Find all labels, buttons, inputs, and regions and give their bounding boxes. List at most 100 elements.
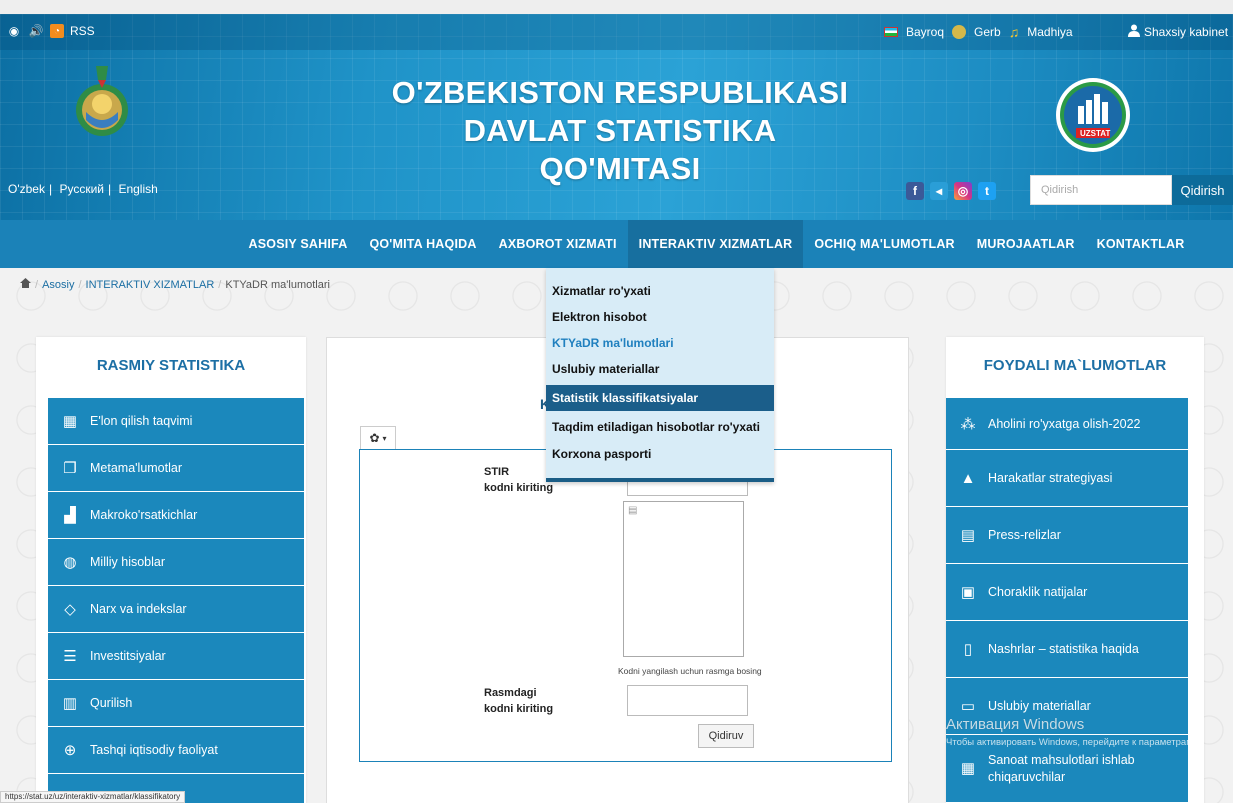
twitter-icon[interactable]: t xyxy=(978,182,996,200)
flag-link[interactable]: Bayroq xyxy=(906,25,944,39)
menu-item-ktyadr-data[interactable]: KTYaDR ma'lumotlari xyxy=(546,330,774,356)
eye-icon[interactable]: ◉ xyxy=(6,23,22,39)
instagram-icon[interactable]: ◎ xyxy=(954,182,972,200)
building-icon: ▥ xyxy=(62,695,78,712)
stir-label-line2: kodni kiriting xyxy=(484,482,554,494)
user-icon xyxy=(1128,24,1140,40)
sidebar-item-label: Choraklik natijalar xyxy=(988,585,1088,599)
sidebar-item-publications[interactable]: ▯ Nashrlar – statistika haqida xyxy=(946,621,1188,678)
sidebar-item-macro[interactable]: ▟ Makroko'rsatkichlar xyxy=(48,492,304,539)
captcha-hint: Kodni yangilash uchun rasmga bosing xyxy=(618,666,762,676)
presentation-icon: ▣ xyxy=(960,584,976,601)
menu-item-classifications[interactable]: Statistik klassifikatsiyalar xyxy=(546,385,774,411)
sidebar-item-quarterly[interactable]: ▣ Choraklik natijalar xyxy=(946,564,1188,621)
gear-icon: ✿ xyxy=(369,431,380,445)
captcha-input[interactable] xyxy=(627,685,748,716)
sidebar-item-foreign-trade[interactable]: ⊕ Tashqi iqtisodiy faoliyat xyxy=(48,727,304,774)
coins-icon: ☰ xyxy=(63,648,77,665)
flag-icon xyxy=(884,27,898,37)
sidebar-item-national-accounts[interactable]: ◍ Milliy hisoblar xyxy=(48,539,304,586)
open-book-icon: ▭ xyxy=(960,698,976,715)
uzstat-logo-text: UZSTAT xyxy=(1080,129,1111,138)
catalog-icon: ▦ xyxy=(960,760,976,777)
menu-item-services-list[interactable]: Xizmatlar ro'yxati xyxy=(546,278,774,304)
sidebar-item-label: Makroko'rsatkichlar xyxy=(90,508,198,522)
browser-viewport: ◉ 🔊 ◔ RSS Bayroq Gerb ♫ Madhiya Shaxsiy … xyxy=(0,0,1233,803)
state-emblem-logo[interactable] xyxy=(72,58,132,150)
chart-icon: ▟ xyxy=(64,507,76,524)
nav-press[interactable]: AXBOROT XIZMATI xyxy=(488,220,628,268)
lang-russian[interactable]: Русский xyxy=(59,182,104,196)
sidebar-item-investments[interactable]: ☰ Investitsiyalar xyxy=(48,633,304,680)
broken-image-icon: ▤ xyxy=(628,505,638,516)
calendar-icon: ▦ xyxy=(62,413,78,430)
state-symbols: Bayroq Gerb ♫ Madhiya xyxy=(884,24,1073,40)
search-submit-button[interactable]: Qidiruv xyxy=(698,724,754,748)
emblem-icon xyxy=(952,25,967,39)
book-icon: ▯ xyxy=(963,641,973,658)
nav-contacts[interactable]: KONTAKTLAR xyxy=(1086,220,1196,268)
breadcrumb-home[interactable]: Asosiy xyxy=(42,279,74,291)
interactive-services-menu: Xizmatlar ro'yxati Elektron hisobot KTYa… xyxy=(546,268,774,482)
nav-about[interactable]: QO'MITA HAQIDA xyxy=(358,220,487,268)
lang-uzbek[interactable]: O'zbek xyxy=(8,182,45,196)
breadcrumb-current: KTYaDR ma'lumotlari xyxy=(225,278,330,291)
menu-item-methodology[interactable]: Uslubiy materiallar xyxy=(546,356,774,382)
nav-open-data[interactable]: OCHIQ MA'LUMOTLAR xyxy=(803,220,965,268)
sidebar-item-construction[interactable]: ▥ Qurilish xyxy=(48,680,304,727)
tag-icon: ◇ xyxy=(64,601,76,618)
sidebar-item-label: Nashrlar – statistika haqida xyxy=(988,642,1139,656)
sidebar-item-prices[interactable]: ◇ Narx va indekslar xyxy=(48,586,304,633)
rss-icon[interactable]: ◔ xyxy=(50,24,64,38)
facebook-icon[interactable]: f xyxy=(906,182,924,200)
sidebar-item-label: Metama'lumotlar xyxy=(90,461,182,475)
telegram-icon[interactable]: ◂ xyxy=(930,182,948,200)
globe-trade-icon: ⊕ xyxy=(63,742,77,759)
stir-label-line1: STIR xyxy=(484,466,510,478)
stir-label: STIR kodni kiriting xyxy=(484,464,553,496)
captcha-label-line2: kodni kiriting xyxy=(484,703,554,715)
settings-dropdown[interactable]: ✿ ▾ xyxy=(360,426,396,450)
main-navigation: ASOSIY SAHIFA QO'MITA HAQIDA AXBOROT XIZ… xyxy=(0,220,1233,268)
sidebar-item-label: Tashqi iqtisodiy faoliyat xyxy=(90,743,218,757)
sidebar-item-label: Investitsiyalar xyxy=(90,649,166,663)
sidebar-item-metadata[interactable]: ❐ Metama'lumotlar xyxy=(48,445,304,492)
menu-item-reports-list[interactable]: Taqdim etiladigan hisobotlar ro'yxati xyxy=(546,414,774,440)
breadcrumb-section[interactable]: INTERAKTIV XIZMATLAR xyxy=(86,279,215,291)
search-button[interactable]: Qidirish xyxy=(1172,175,1233,205)
sidebar-item-label: Qurilish xyxy=(90,696,133,710)
sidebar-item-census[interactable]: ⁂ Aholini ro'yxatga olish-2022 xyxy=(946,398,1188,450)
sidebar-item-label: Press-relizlar xyxy=(988,528,1061,542)
sidebar-item-label: Milliy hisoblar xyxy=(90,555,166,569)
breadcrumb: / Asosiy / INTERAKTIV XIZMATLAR / KTYaDR… xyxy=(20,278,330,291)
caret-down-icon: ▾ xyxy=(382,433,387,443)
gerb-link[interactable]: Gerb xyxy=(974,25,1001,39)
captcha-label: Rasmdagi kodni kiriting xyxy=(484,685,553,717)
sidebar-item-strategy[interactable]: ▲ Harakatlar strategiyasi xyxy=(946,450,1188,507)
sidebar-item-label: Aholini ro'yxatga olish-2022 xyxy=(988,416,1141,431)
rss-link[interactable]: RSS xyxy=(70,24,95,38)
speaker-icon[interactable]: 🔊 xyxy=(28,23,44,39)
status-bar-url: https://stat.uz/uz/interaktiv-xizmatlar/… xyxy=(0,791,186,803)
uzstat-logo[interactable]: UZSTAT xyxy=(1054,76,1132,154)
personal-cabinet-link[interactable]: Shaxsiy kabinet xyxy=(1128,24,1228,40)
title-line-2: DAVLAT STATISTIKA QO'MITASI xyxy=(463,113,777,186)
social-links: f ◂ ◎ t xyxy=(906,182,996,200)
language-switcher: O'zbek | Русский | English xyxy=(8,182,158,196)
search-input[interactable]: Qidirish xyxy=(1030,175,1172,205)
official-statistics-title: RASMIY STATISTIKA xyxy=(96,357,246,374)
captcha-image[interactable]: ▤ xyxy=(623,501,744,657)
sidebar-item-label: Narx va indekslar xyxy=(90,602,187,616)
nav-appeals[interactable]: MUROJAATLAR xyxy=(966,220,1086,268)
menu-item-electronic-report[interactable]: Elektron hisobot xyxy=(546,304,774,330)
menu-item-enterprise-passport[interactable]: Korxona pasporti xyxy=(546,441,774,467)
lang-english[interactable]: English xyxy=(118,182,157,196)
sidebar-item-calendar[interactable]: ▦ E'lon qilish taqvimi xyxy=(48,398,304,445)
monument-icon: ▲ xyxy=(960,469,976,487)
sidebar-item-press[interactable]: ▤ Press-relizlar xyxy=(946,507,1188,564)
nav-home[interactable]: ASOSIY SAHIFA xyxy=(238,220,359,268)
anthem-link[interactable]: Madhiya xyxy=(1027,25,1072,39)
nav-interactive-services[interactable]: INTERAKTIV XIZMATLAR xyxy=(627,220,804,268)
home-icon[interactable] xyxy=(20,278,31,291)
globe-icon: ◍ xyxy=(63,554,77,571)
